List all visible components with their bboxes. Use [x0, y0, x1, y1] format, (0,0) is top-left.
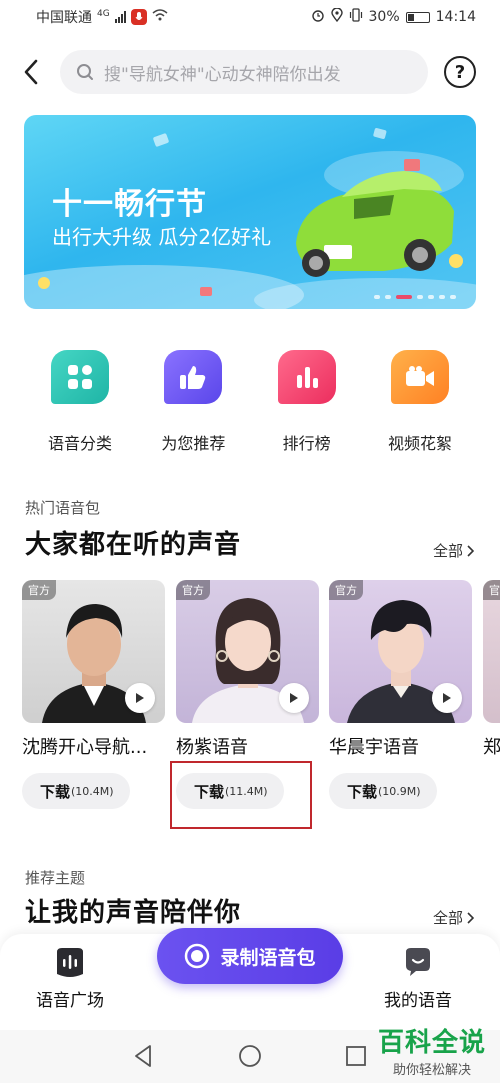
voice-name: 杨紫语音	[176, 737, 248, 758]
voice-cover-image: 官方	[176, 580, 319, 723]
voice-cover-image: 官方	[483, 580, 500, 723]
thumbs-up-icon	[164, 350, 223, 404]
category-ranking[interactable]: 排行榜	[251, 350, 363, 454]
pagination-dot	[417, 295, 423, 299]
official-tag: 官方	[176, 580, 210, 600]
chevron-right-icon	[467, 911, 474, 924]
chat-bubble-icon	[406, 948, 430, 976]
highlight-annotation	[170, 761, 312, 829]
play-button[interactable]	[432, 683, 462, 713]
back-triangle-icon[interactable]	[132, 1044, 154, 1068]
voice-card[interactable]: 官方 杨紫语音 下载 (11.4M)	[176, 580, 319, 809]
download-label: 下载	[347, 782, 378, 801]
hot-section-title: 大家都在听的声音	[25, 530, 242, 560]
download-size: (10.4M)	[71, 784, 114, 798]
clock-text: 14:14	[435, 9, 476, 25]
category-row: 语音分类 为您推荐 排行榜 视频花絮	[24, 350, 476, 454]
download-size: (10.9M)	[378, 784, 421, 798]
search-input[interactable]: 搜"导航女神"心动女神陪你出发	[60, 50, 428, 94]
status-bar: 中国联通 4G 30% 14:14	[0, 0, 500, 34]
voice-card[interactable]: 官方 郑	[483, 580, 500, 759]
home-circle-icon[interactable]	[238, 1044, 262, 1068]
voice-name: 华晨宇语音	[329, 737, 419, 758]
help-button[interactable]: ?	[444, 56, 476, 88]
location-icon	[330, 7, 343, 26]
vibrate-icon	[349, 8, 363, 26]
watermark-subtitle: 助你轻松解决	[392, 1063, 471, 1078]
pagination-dot	[439, 295, 445, 299]
nav-label: 语音广场	[36, 991, 104, 1011]
network-type: 4G	[97, 9, 110, 19]
category-label: 排行榜	[282, 434, 331, 453]
download-button[interactable]: 下载 (10.9M)	[329, 773, 437, 809]
banner-pagination	[374, 295, 456, 299]
wifi-icon	[152, 9, 168, 25]
chevron-left-icon	[24, 59, 38, 85]
download-button[interactable]: 下载 (10.4M)	[22, 773, 130, 809]
category-label: 视频花絮	[387, 434, 452, 453]
back-button[interactable]	[14, 54, 48, 90]
nav-my-voice[interactable]: 我的语音	[384, 946, 452, 1011]
voice-square-icon	[57, 948, 83, 977]
pagination-dot	[450, 295, 456, 299]
voice-card[interactable]: 官方 沈腾开心导航... 下载 (10.4M)	[22, 580, 165, 809]
nav-voice-square[interactable]: 语音广场	[36, 946, 104, 1011]
bar-chart-icon	[277, 350, 336, 404]
battery-icon	[405, 11, 430, 23]
signal-icon	[114, 11, 126, 23]
play-icon	[443, 693, 451, 703]
search-header: 搜"导航女神"心动女神陪你出发 ?	[0, 46, 500, 98]
theme-section-subtitle: 推荐主题	[25, 869, 86, 887]
voice-name: 郑	[483, 737, 500, 758]
alarm-icon	[311, 8, 325, 26]
watermark: 百科全说 助你轻松解决	[378, 1022, 486, 1078]
record-voice-pack-button[interactable]: 录制语音包	[157, 928, 343, 984]
hot-see-all-link[interactable]: 全部	[433, 540, 474, 561]
carrier-text: 中国联通	[36, 10, 92, 26]
play-icon	[290, 693, 298, 703]
pagination-dot	[385, 295, 391, 299]
nav-label: 我的语音	[384, 991, 452, 1011]
voice-cover-image: 官方	[22, 580, 165, 723]
pagination-dot	[428, 295, 434, 299]
banner-title: 十一畅行节	[52, 187, 207, 222]
record-icon	[185, 943, 210, 969]
chevron-right-icon	[467, 544, 474, 557]
grid-icon	[51, 350, 109, 404]
question-mark-icon: ?	[454, 61, 466, 83]
pagination-dot-active	[396, 295, 412, 299]
watermark-title: 百科全说	[377, 1028, 486, 1058]
banner-subtitle: 出行大升级 瓜分2亿好礼	[52, 225, 272, 249]
promo-banner[interactable]: 十一畅行节 出行大升级 瓜分2亿好礼	[24, 115, 476, 309]
download-label: 下载	[40, 782, 71, 801]
play-button[interactable]	[279, 683, 309, 713]
car-illustration	[296, 171, 454, 277]
see-all-label: 全部	[432, 542, 463, 560]
microphone-icon	[130, 9, 147, 25]
play-icon	[136, 693, 144, 703]
hot-section-subtitle: 热门语音包	[25, 499, 101, 517]
theme-see-all-link[interactable]: 全部	[433, 907, 474, 928]
recent-apps-square-icon[interactable]	[345, 1045, 367, 1067]
voice-name: 沈腾开心导航...	[22, 737, 148, 758]
search-icon	[77, 64, 93, 80]
video-camera-icon	[390, 350, 449, 404]
see-all-label: 全部	[432, 909, 463, 927]
voice-cover-image: 官方	[329, 580, 472, 723]
category-label: 为您推荐	[161, 434, 226, 453]
category-recommend[interactable]: 为您推荐	[137, 350, 249, 454]
official-tag: 官方	[329, 580, 363, 600]
category-label: 语音分类	[47, 434, 112, 453]
record-label: 录制语音包	[220, 946, 316, 969]
official-tag: 官方	[483, 580, 500, 600]
category-voice-classify[interactable]: 语音分类	[24, 350, 136, 454]
category-video[interactable]: 视频花絮	[364, 350, 476, 454]
battery-percent: 30%	[368, 9, 400, 25]
official-tag: 官方	[22, 580, 56, 600]
search-placeholder: 搜"导航女神"心动女神陪你出发	[104, 64, 341, 85]
pagination-dot	[374, 295, 380, 299]
play-button[interactable]	[125, 683, 155, 713]
voice-card[interactable]: 官方 华晨宇语音 下载 (10.9M)	[329, 580, 472, 809]
theme-section-title: 让我的声音陪伴你	[25, 898, 242, 928]
